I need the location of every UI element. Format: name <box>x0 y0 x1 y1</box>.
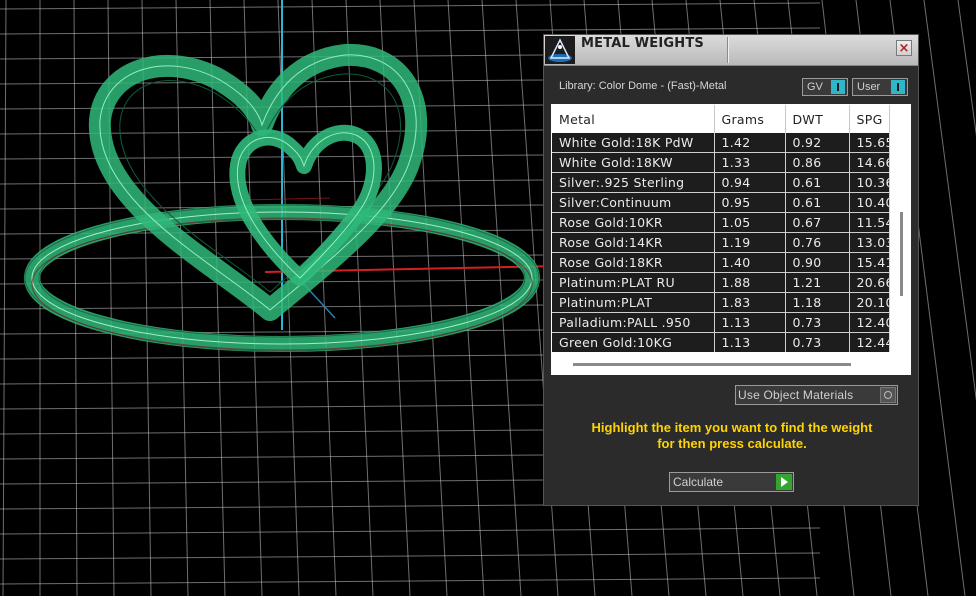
play-icon[interactable] <box>776 474 792 490</box>
instruction-text: Highlight the item you want to find the … <box>556 420 908 452</box>
cell-grams: 1.33 <box>714 152 786 173</box>
horizontal-scroll-thumb[interactable] <box>573 363 851 366</box>
use-object-materials-control[interactable]: Use Object Materials <box>735 385 898 405</box>
panel-titlebar[interactable]: METAL WEIGHTS × <box>544 35 918 66</box>
table-row[interactable]: Green Gold:10KG1.130.7312.44 <box>552 332 890 353</box>
cell-dwt: 1.21 <box>785 272 850 293</box>
cell-spg: 12.40 <box>849 312 890 333</box>
cell-metal: Green Gold:10KG <box>552 332 715 353</box>
cell-grams: 1.88 <box>714 272 786 293</box>
table-row[interactable]: White Gold:18KW1.330.8614.66 <box>552 152 890 173</box>
cell-dwt: 0.90 <box>785 252 850 273</box>
table-header-row: Metal Grams DWT SPG <box>552 105 890 133</box>
cell-dwt: 0.92 <box>785 133 850 153</box>
user-toggle-label: User <box>857 81 881 93</box>
radio-icon[interactable] <box>880 387 896 403</box>
cell-grams: 1.13 <box>714 312 786 333</box>
cell-metal: Rose Gold:14KR <box>552 232 715 253</box>
cell-grams: 1.19 <box>714 232 786 253</box>
cell-grams: 1.05 <box>714 212 786 233</box>
column-header-spg[interactable]: SPG <box>849 105 890 133</box>
panel-title: METAL WEIGHTS <box>581 36 704 51</box>
cell-metal: Rose Gold:18KR <box>552 252 715 273</box>
vertical-scrollbar[interactable] <box>892 104 911 375</box>
use-object-materials-label: Use Object Materials <box>738 388 854 402</box>
calculate-control[interactable]: Calculate <box>669 472 794 492</box>
cell-dwt: 0.61 <box>785 172 850 193</box>
cell-metal: Silver:.925 Sterling <box>552 172 715 193</box>
table-row[interactable]: Palladium:PALL .9501.130.7312.40 <box>552 312 890 333</box>
metal-weights-panel: METAL WEIGHTS × Library: Color Dome - (F… <box>543 34 919 506</box>
cell-grams: 1.83 <box>714 292 786 313</box>
cell-spg: 10.40 <box>849 192 890 213</box>
vertical-scroll-thumb[interactable] <box>900 212 903 296</box>
cell-metal: Rose Gold:10KR <box>552 212 715 233</box>
column-header-grams[interactable]: Grams <box>714 105 786 133</box>
cell-metal: White Gold:18K PdW <box>552 133 715 153</box>
cell-grams: 1.42 <box>714 133 786 153</box>
cell-spg: 15.41 <box>849 252 890 273</box>
cell-spg: 13.03 <box>849 232 890 253</box>
table-row[interactable]: White Gold:18K PdW1.420.9215.65 <box>552 133 890 153</box>
horizontal-scrollbar[interactable] <box>551 352 892 375</box>
column-header-dwt[interactable]: DWT <box>785 105 850 133</box>
cell-grams: 0.95 <box>714 192 786 213</box>
cell-dwt: 0.73 <box>785 332 850 353</box>
close-button[interactable]: × <box>896 40 912 56</box>
table-row[interactable]: Silver:.925 Sterling0.940.6110.36 <box>552 172 890 193</box>
table-row[interactable]: Silver:Continuum0.950.6110.40 <box>552 192 890 213</box>
calculate-label: Calculate <box>673 475 724 489</box>
table-row[interactable]: Rose Gold:18KR1.400.9015.41 <box>552 252 890 273</box>
gv-toggle-label: GV <box>807 81 823 93</box>
cell-metal: Platinum:PLAT RU <box>552 272 715 293</box>
cell-dwt: 1.18 <box>785 292 850 313</box>
cell-spg: 14.66 <box>849 152 890 173</box>
instruction-line: Highlight the item you want to find the … <box>591 420 873 435</box>
metal-table-container: Metal Grams DWT SPG White Gold:18K PdW 1.… <box>551 104 911 375</box>
user-toggle[interactable]: User <box>852 78 908 96</box>
library-label: Library: Color Dome - (Fast)-Metal <box>559 80 727 92</box>
metal-table: Metal Grams DWT SPG White Gold:18K PdW 1.… <box>552 105 890 353</box>
toggle-indicator-icon <box>891 80 905 94</box>
table-row[interactable]: Rose Gold:10KR1.050.6711.54 <box>552 212 890 233</box>
cell-grams: 1.13 <box>714 332 786 353</box>
title-divider <box>727 37 729 63</box>
cell-dwt: 0.67 <box>785 212 850 233</box>
cell-metal: Silver:Continuum <box>552 192 715 213</box>
cell-grams: 1.40 <box>714 252 786 273</box>
cell-spg: 20.66 <box>849 272 890 293</box>
column-header-metal[interactable]: Metal <box>552 105 715 133</box>
cell-metal: Palladium:PALL .950 <box>552 312 715 333</box>
instruction-line: for then press calculate. <box>657 436 807 451</box>
cell-spg: 20.10 <box>849 292 890 313</box>
table-row[interactable]: Rose Gold:14KR1.190.7613.03 <box>552 232 890 253</box>
cell-grams: 0.94 <box>714 172 786 193</box>
toggle-indicator-icon <box>831 80 845 94</box>
table-row[interactable]: Platinum:PLAT1.831.1820.10 <box>552 292 890 313</box>
cell-dwt: 0.61 <box>785 192 850 213</box>
cell-spg: 10.36 <box>849 172 890 193</box>
cell-spg: 15.65 <box>849 133 890 153</box>
cell-dwt: 0.76 <box>785 232 850 253</box>
gv-toggle[interactable]: GV <box>802 78 848 96</box>
app-logo-icon <box>545 36 575 64</box>
cell-dwt: 0.73 <box>785 312 850 333</box>
cell-spg: 11.54 <box>849 212 890 233</box>
table-row[interactable]: Platinum:PLAT RU1.881.2120.66 <box>552 272 890 293</box>
cell-dwt: 0.86 <box>785 152 850 173</box>
cell-spg: 12.44 <box>849 332 890 353</box>
cell-metal: White Gold:18KW <box>552 152 715 173</box>
cell-metal: Platinum:PLAT <box>552 292 715 313</box>
close-icon: × <box>898 40 910 56</box>
